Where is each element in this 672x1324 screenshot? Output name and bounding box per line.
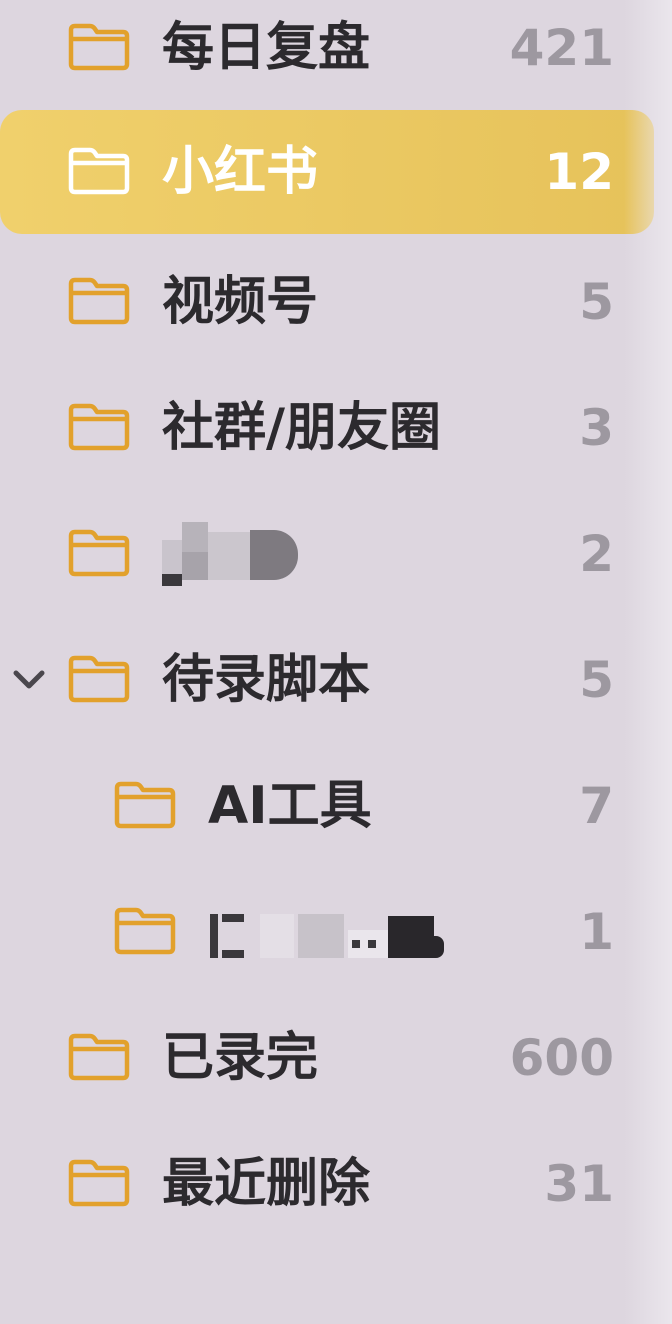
note-count: 600 [509,1029,614,1087]
folder-icon [114,781,176,829]
folder-icon [68,23,130,71]
folder-row-scripts-to-record[interactable]: 待录脚本 5 [0,618,654,742]
folder-icon [68,147,130,195]
folder-icon [114,907,176,955]
redacted-label [162,522,302,586]
note-count: 1 [579,903,614,961]
folder-label: AI工具 [208,776,372,836]
folder-row-recently-deleted[interactable]: 最近删除 31 [0,1122,654,1246]
folder-row-community[interactable]: 社群/朋友圈 3 [0,366,654,490]
redacted-label [208,900,448,964]
folder-label: 每日复盘 [162,18,371,78]
folder-icon [68,529,130,577]
folder-icon [68,403,130,451]
folder-icon [68,1159,130,1207]
note-count: 5 [579,651,614,709]
folder-row-redacted-child[interactable]: 1 [0,870,654,994]
folder-label: 社群/朋友圈 [162,398,441,458]
note-count: 12 [544,143,614,201]
folder-row-redacted[interactable]: 2 [0,492,654,616]
folder-row-xiaohongshu[interactable]: 小红书 12 [0,110,654,234]
note-count: 2 [579,525,614,583]
chevron-down-icon[interactable] [10,664,48,696]
folder-label: 最近删除 [162,1154,371,1214]
folder-label: 小红书 [162,142,319,202]
note-count: 3 [579,399,614,457]
folder-icon [68,277,130,325]
folder-row-recorded[interactable]: 已录完 600 [0,996,654,1120]
folder-row-ai-tools[interactable]: AI工具 7 [0,744,654,868]
note-count: 31 [544,1155,614,1213]
note-count: 421 [509,19,614,77]
folder-label: 视频号 [162,272,319,332]
note-count: 5 [579,273,614,331]
note-count: 7 [579,777,614,835]
folder-row-daily-review[interactable]: 每日复盘 421 [0,0,654,110]
folder-list: 每日复盘 421 小红书 12 视频号 5 社群/朋友圈 3 2 待录脚本 5 … [0,0,672,1324]
folder-icon [68,655,130,703]
folder-label: 待录脚本 [162,650,371,710]
folder-label: 已录完 [162,1028,319,1088]
folder-row-video-account[interactable]: 视频号 5 [0,240,654,364]
folder-icon [68,1033,130,1081]
